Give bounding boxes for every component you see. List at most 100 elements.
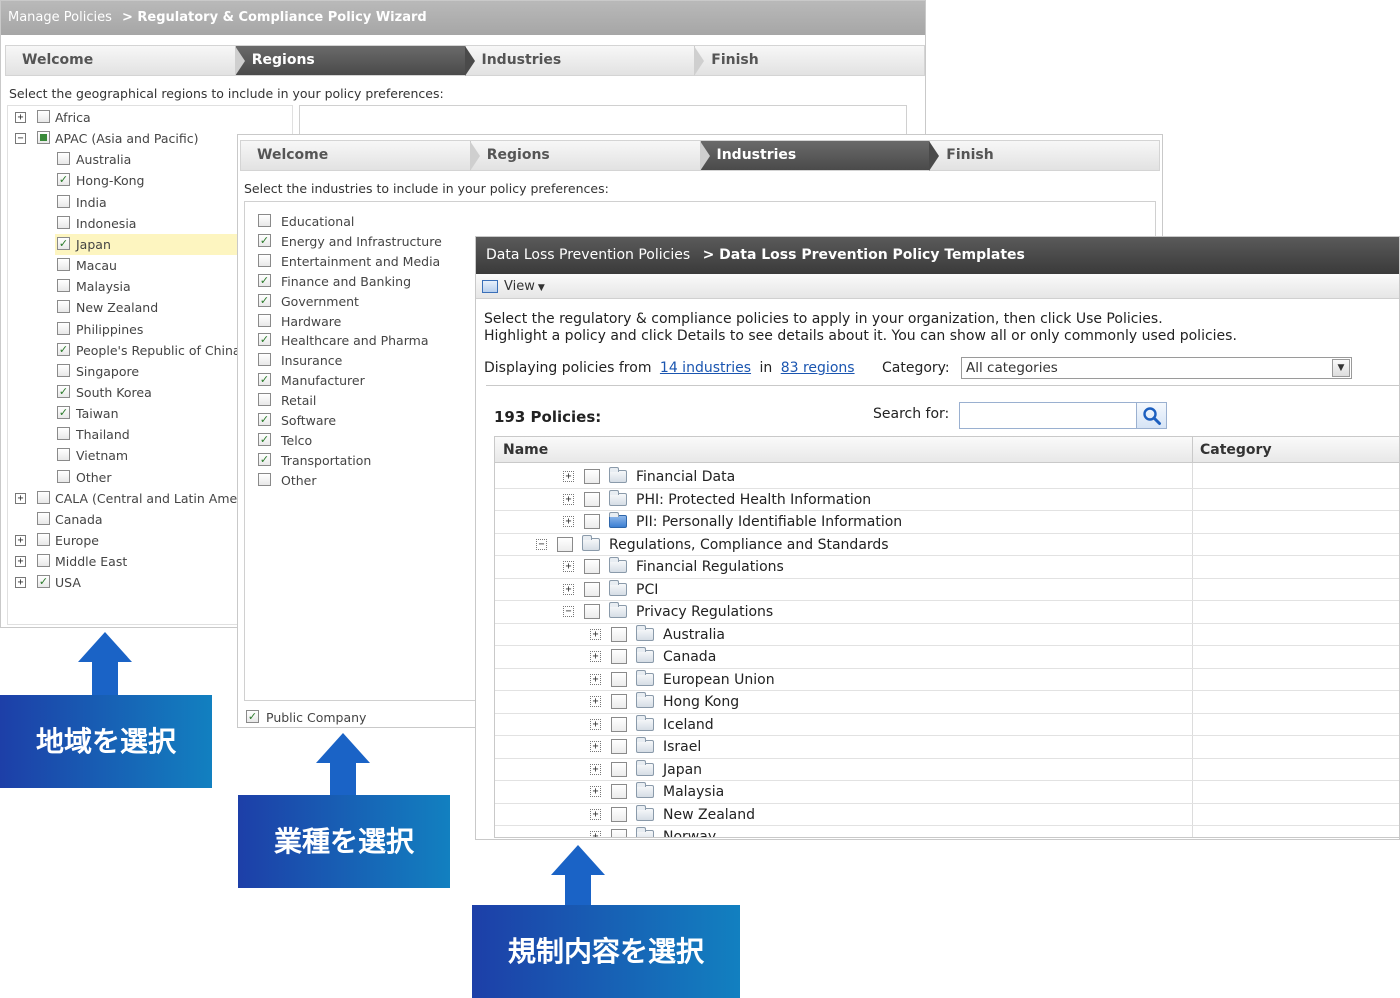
policy-checkbox[interactable]	[611, 806, 627, 822]
step-regions[interactable]: Regions	[470, 141, 710, 171]
industry-checkbox[interactable]: ✓	[258, 333, 271, 347]
industry-checkbox[interactable]: ✓	[258, 233, 271, 247]
step-regions[interactable]: Regions	[235, 46, 475, 76]
region-checkbox[interactable]: ✓	[57, 342, 70, 356]
industries-link[interactable]: 14 industries	[660, 360, 751, 376]
collapse-icon[interactable]: −	[536, 538, 547, 550]
region-checkbox[interactable]	[37, 490, 50, 504]
region-checkbox[interactable]	[37, 110, 50, 123]
step-industries[interactable]: Industries	[465, 46, 705, 76]
policy-checkbox[interactable]	[584, 604, 600, 619]
search-input[interactable]	[959, 402, 1137, 429]
policy-row[interactable]: + PCI	[495, 579, 1399, 601]
expand-icon[interactable]: +	[563, 471, 574, 482]
step-finish[interactable]: Finish	[930, 141, 1159, 170]
region-checkbox[interactable]	[57, 363, 70, 377]
chevron-down-icon[interactable]: ▼	[1332, 359, 1350, 377]
industry-checkbox[interactable]	[258, 393, 271, 407]
industry-checkbox[interactable]	[258, 214, 271, 227]
public-company-checkbox[interactable]: ✓	[246, 710, 259, 723]
region-checkbox[interactable]: ✓	[37, 575, 50, 589]
policy-checkbox[interactable]	[584, 469, 600, 484]
policy-row[interactable]: − Regulations, Compliance and Standards	[495, 534, 1399, 556]
expand-icon[interactable]: +	[590, 741, 601, 752]
region-checkbox[interactable]	[57, 215, 70, 229]
policy-checkbox[interactable]	[584, 514, 600, 529]
policy-checkbox[interactable]	[557, 536, 573, 552]
region-checkbox[interactable]	[37, 554, 50, 568]
policy-row[interactable]: + Iceland	[495, 714, 1399, 736]
expand-icon[interactable]: +	[15, 535, 26, 546]
industry-checkbox[interactable]	[258, 353, 271, 367]
industry-checkbox[interactable]	[258, 472, 271, 486]
region-checkbox[interactable]	[57, 321, 70, 335]
breadcrumb-dlp-policies[interactable]: Data Loss Prevention Policies	[486, 247, 690, 263]
industry-checkbox[interactable]: ✓	[258, 273, 271, 287]
policy-checkbox[interactable]	[611, 671, 627, 687]
expand-icon[interactable]: +	[563, 561, 574, 572]
policy-checkbox[interactable]	[611, 829, 627, 837]
region-checkbox[interactable]	[57, 258, 70, 272]
expand-icon[interactable]: +	[590, 763, 601, 775]
expand-icon[interactable]: +	[563, 493, 574, 505]
column-category-header[interactable]: Category	[1200, 437, 1272, 463]
policy-checkbox[interactable]	[611, 649, 627, 664]
policy-checkbox[interactable]	[611, 784, 627, 799]
expand-icon[interactable]: +	[563, 516, 574, 527]
policy-row[interactable]: + Australia	[495, 624, 1399, 646]
expand-icon[interactable]: +	[15, 577, 26, 589]
policy-row[interactable]: + Japan	[495, 759, 1399, 781]
region-checkbox[interactable]: ✓	[57, 406, 70, 420]
policy-row[interactable]: + Financial Data	[495, 466, 1399, 489]
policy-row[interactable]: + PII: Personally Identifiable Informatio…	[495, 511, 1399, 534]
region-checkbox[interactable]	[37, 131, 50, 145]
policy-row[interactable]: + Hong Kong	[495, 691, 1399, 714]
policy-row[interactable]: + Israel	[495, 736, 1399, 759]
category-select[interactable]: All categories ▼	[961, 357, 1352, 379]
collapse-icon[interactable]: −	[15, 133, 26, 145]
region-checkbox[interactable]	[57, 427, 70, 441]
policy-checkbox[interactable]	[584, 491, 600, 507]
policy-row[interactable]: + Norway	[495, 826, 1399, 837]
expand-icon[interactable]: +	[15, 492, 26, 504]
expand-icon[interactable]: +	[590, 831, 601, 837]
expand-icon[interactable]: +	[590, 696, 601, 707]
region-checkbox[interactable]: ✓	[57, 236, 70, 250]
expand-icon[interactable]: +	[590, 786, 601, 797]
region-checkbox[interactable]	[57, 469, 70, 483]
column-name-header[interactable]: Name	[503, 437, 548, 463]
policy-checkbox[interactable]	[611, 626, 627, 642]
industry-checkbox[interactable]	[258, 253, 271, 267]
step-welcome[interactable]: Welcome	[6, 46, 245, 76]
industry-checkbox[interactable]: ✓	[258, 373, 271, 387]
industry-checkbox[interactable]: ✓	[258, 432, 271, 446]
expand-icon[interactable]: +	[590, 651, 601, 662]
expand-icon[interactable]: +	[590, 718, 601, 730]
industry-checkbox[interactable]	[258, 313, 271, 327]
region-checkbox[interactable]	[37, 511, 50, 525]
policy-row[interactable]: + Financial Regulations	[495, 556, 1399, 579]
region-checkbox[interactable]	[57, 152, 70, 166]
policy-checkbox[interactable]	[611, 716, 627, 732]
region-checkbox[interactable]	[57, 300, 70, 314]
region-checkbox[interactable]: ✓	[57, 173, 70, 187]
policy-row[interactable]: + New Zealand	[495, 804, 1399, 826]
policy-checkbox[interactable]	[611, 739, 627, 754]
policy-row[interactable]: + Malaysia	[495, 781, 1399, 804]
policy-checkbox[interactable]	[584, 559, 600, 574]
policy-row[interactable]: + Canada	[495, 646, 1399, 669]
expand-icon[interactable]: +	[563, 583, 574, 595]
industry-checkbox[interactable]: ✓	[258, 413, 271, 426]
region-tree-item[interactable]: ✓ Japan	[55, 233, 237, 255]
region-checkbox[interactable]	[37, 533, 50, 546]
regions-link[interactable]: 83 regions	[781, 360, 855, 376]
region-checkbox[interactable]	[57, 279, 70, 293]
region-checkbox[interactable]	[57, 194, 70, 208]
policy-row[interactable]: + PHI: Protected Health Information	[495, 489, 1399, 511]
step-welcome[interactable]: Welcome	[241, 141, 480, 171]
breadcrumb-manage-policies[interactable]: Manage Policies	[8, 10, 112, 25]
step-finish[interactable]: Finish	[695, 46, 924, 75]
industry-checkbox[interactable]: ✓	[258, 293, 271, 307]
region-checkbox[interactable]	[57, 448, 70, 462]
expand-icon[interactable]: +	[15, 556, 26, 568]
